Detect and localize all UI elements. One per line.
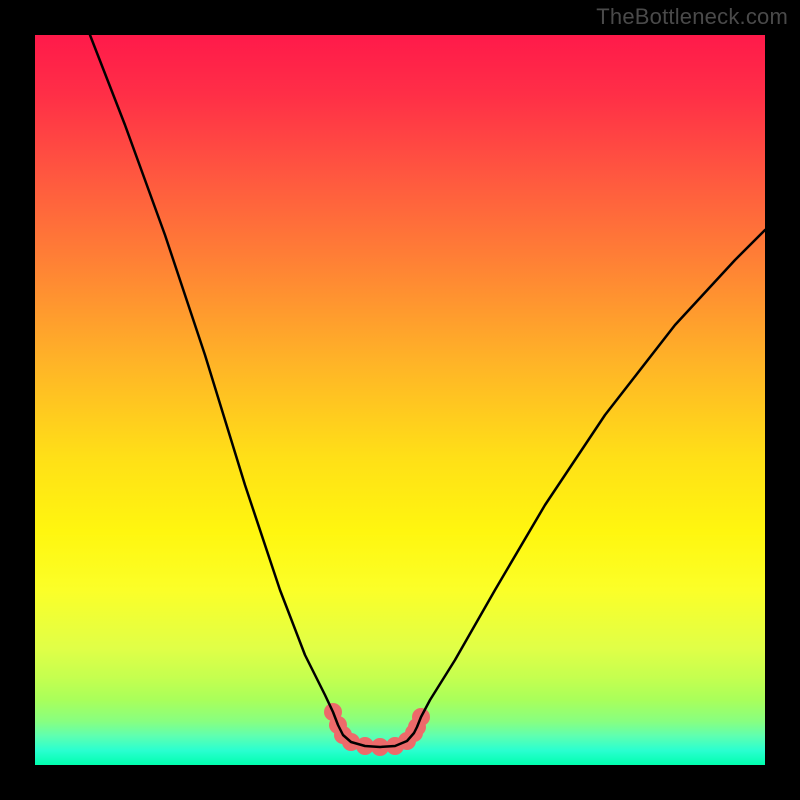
frame: TheBottleneck.com <box>0 0 800 800</box>
chart-svg <box>35 35 765 765</box>
plot-area <box>35 35 765 765</box>
bottleneck-curve <box>90 35 765 747</box>
watermark-text: TheBottleneck.com <box>596 4 788 30</box>
